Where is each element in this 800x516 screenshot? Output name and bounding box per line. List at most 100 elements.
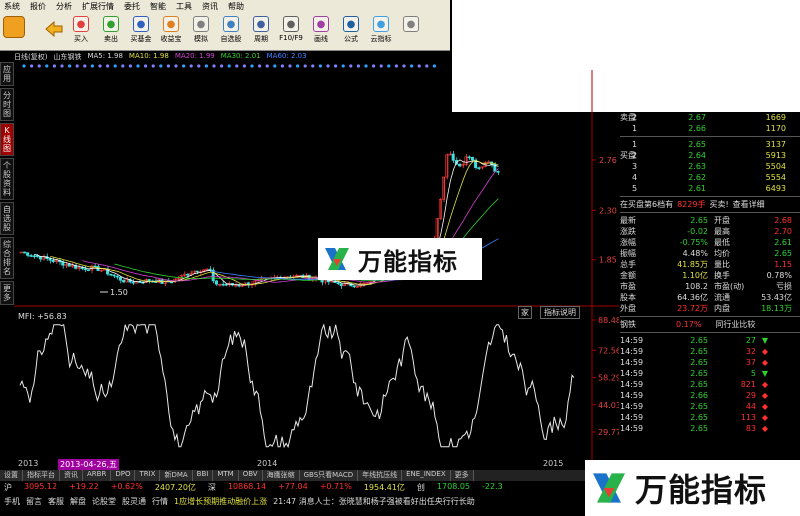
toolbar-button[interactable]: ● F10/F9 <box>276 16 306 42</box>
indicator-close-button[interactable]: 家 <box>518 306 532 319</box>
back-arrow-icon[interactable] <box>45 21 63 37</box>
side-tab[interactable]: 综合排名 <box>0 237 14 279</box>
stat-row: 外盘 23.72万 内盘 18.13万 <box>620 303 800 314</box>
news-bar-link[interactable]: 留言 <box>26 496 42 508</box>
candle <box>86 269 90 272</box>
toolbar-button[interactable]: ● 云指标 <box>366 16 396 44</box>
indicator-tab[interactable]: TRIX <box>135 470 161 481</box>
divider <box>620 332 800 333</box>
news-bar-link[interactable]: 行情 <box>152 496 168 508</box>
menu-bar: 系统 报价 分析 扩展行情 委托 智能 工具 资讯 帮助 <box>0 0 450 13</box>
sector-compare-link[interactable]: 同行业比较 <box>715 319 755 330</box>
toolbar-button[interactable]: ● 自选股 <box>216 16 246 44</box>
news-bar-link[interactable]: 论股堂 <box>92 496 116 508</box>
order-detail-link[interactable]: 查看详细 <box>733 199 765 210</box>
stat-row: 振幅 4.48% 均价 2.65 <box>620 248 800 259</box>
treasure-icon: ● <box>163 16 179 32</box>
menu-item[interactable]: 资讯 <box>202 1 218 12</box>
sector-row: 钢铁 0.17% 同行业比较 <box>620 319 800 330</box>
menu-item[interactable]: 委托 <box>124 1 140 12</box>
side-tab[interactable]: 自选股 <box>0 202 14 235</box>
divider <box>620 316 800 317</box>
signal-dot <box>128 64 132 68</box>
bid-price: 2.62 <box>688 173 706 182</box>
mfi-line <box>19 323 575 449</box>
signal-dot <box>30 64 34 68</box>
side-tab[interactable]: 应用 <box>0 62 14 86</box>
kline-chart[interactable]: 2.76 2.30 1.85 1.50 88.48 72.56 58.29 44.03 29.7… <box>14 70 619 460</box>
ma60-value: MA60: 2.03 <box>266 52 307 60</box>
indicator-tab[interactable]: 设置 <box>0 470 23 481</box>
toolbar-button[interactable]: ● <box>396 16 426 34</box>
toolbar-button[interactable]: ● 卖出 <box>96 16 126 44</box>
menu-item[interactable]: 帮助 <box>228 1 244 12</box>
indicator-tab[interactable]: 新DMA <box>160 470 193 481</box>
signal-dot <box>45 64 49 68</box>
toolbar-button[interactable]: ● 买基金 <box>126 16 156 44</box>
order-note: 在买盘第6档有 <box>620 200 674 209</box>
toolbar-button-label: 公式 <box>344 35 358 43</box>
stat-row: 金额 1.10亿 换手 0.78% <box>620 270 800 281</box>
side-tab[interactable]: 个股资料 <box>0 158 14 200</box>
price-axis-label: 2.76 <box>599 156 617 165</box>
stat-label: 金额 <box>620 271 636 280</box>
cursor-date-label: 2013-04-26,五 <box>58 459 120 470</box>
indicator-tab[interactable]: ARBR <box>83 470 112 481</box>
period-label: 日线(复权) <box>14 53 48 61</box>
menu-item[interactable]: 智能 <box>150 1 166 12</box>
bid-row: 1 2.65 3137 <box>620 139 800 150</box>
signal-dot <box>242 64 246 68</box>
stat-label: 均价 <box>714 249 730 258</box>
news-bar-link[interactable]: 股灵通 <box>122 496 146 508</box>
news-ticker[interactable]: 21:47 消息人士：张晓慧和杨子强被看好出任央行行长助 <box>273 496 475 508</box>
indicator-tab[interactable]: OBV <box>238 470 263 481</box>
indicator-tab[interactable]: 资讯 <box>60 470 83 481</box>
toolbar-button[interactable]: ● 模拟 <box>186 16 216 44</box>
indicator-tab[interactable]: DPO <box>111 470 136 481</box>
tick-time: 14:59 <box>620 402 644 411</box>
menu-item[interactable]: 报价 <box>30 1 46 12</box>
side-tab[interactable]: 分时图 <box>0 88 14 121</box>
news-bar-link[interactable]: 解盘 <box>70 496 86 508</box>
home-button[interactable] <box>3 16 25 38</box>
indicator-tab[interactable]: 年线抗压线 <box>358 470 403 481</box>
tick-row: 14:59 2.65 44 ◆ <box>620 401 800 412</box>
news-headline[interactable]: 1应增长预期推动融价上涨 <box>174 496 267 508</box>
side-tab[interactable]: K线图 <box>0 123 14 156</box>
indicator-tab[interactable]: 指标平台 <box>23 470 60 481</box>
toolbar-button[interactable]: ● 画线 <box>306 16 336 44</box>
tick-row: 14:59 2.65 83 ◆ <box>620 423 800 434</box>
bid-row: 5 2.61 6493 <box>620 183 800 194</box>
menu-item[interactable]: 分析 <box>56 1 72 12</box>
indicator-tab[interactable]: 海鹰张缩 <box>262 470 300 481</box>
indicator-tab[interactable]: ENE_INDEX <box>402 470 451 481</box>
news-bar-link[interactable]: 客服 <box>48 496 64 508</box>
indicator-tab[interactable]: 更多 <box>450 470 474 481</box>
indicator-help-button[interactable]: 指标说明 <box>540 306 580 319</box>
signal-dot <box>113 64 117 68</box>
tick-row: 14:59 2.65 113 ◆ <box>620 412 800 423</box>
side-tab[interactable]: 更多 <box>0 281 14 305</box>
toolbar-button[interactable]: ● 公式 <box>336 16 366 44</box>
divider <box>620 212 800 213</box>
menu-item[interactable]: 系统 <box>4 1 20 12</box>
indicator-tab[interactable]: BBI <box>192 470 214 481</box>
logo-text: 万能指标 <box>635 471 768 509</box>
formula-icon: ● <box>343 16 359 32</box>
indicator-tab[interactable]: GBS只看MACD <box>299 470 359 481</box>
menu-item[interactable]: 扩展行情 <box>82 1 114 12</box>
news-bar-link[interactable]: 手机 <box>4 496 20 508</box>
stat-value: 53.43亿 <box>761 293 792 302</box>
toolbar-button[interactable]: ● 周期 <box>246 16 276 44</box>
toolbar-button[interactable]: ● 收益宝 <box>156 16 186 44</box>
menu-item[interactable]: 工具 <box>176 1 192 12</box>
toolbar-button[interactable]: ● 买入 <box>66 16 96 44</box>
cloud-icon: ● <box>373 16 389 32</box>
signal-dot <box>37 64 41 68</box>
simulate-icon: ● <box>193 16 209 32</box>
signal-dot <box>166 64 170 68</box>
indicator-tab[interactable]: MTM <box>213 470 239 481</box>
sector-name[interactable]: 钢铁 <box>620 319 636 330</box>
cy-index-change: -22.3 <box>482 482 503 491</box>
chart-canvas[interactable]: 2.76 2.30 1.85 1.50 88.48 72.56 58.29 44.03 29.7… <box>14 70 619 460</box>
